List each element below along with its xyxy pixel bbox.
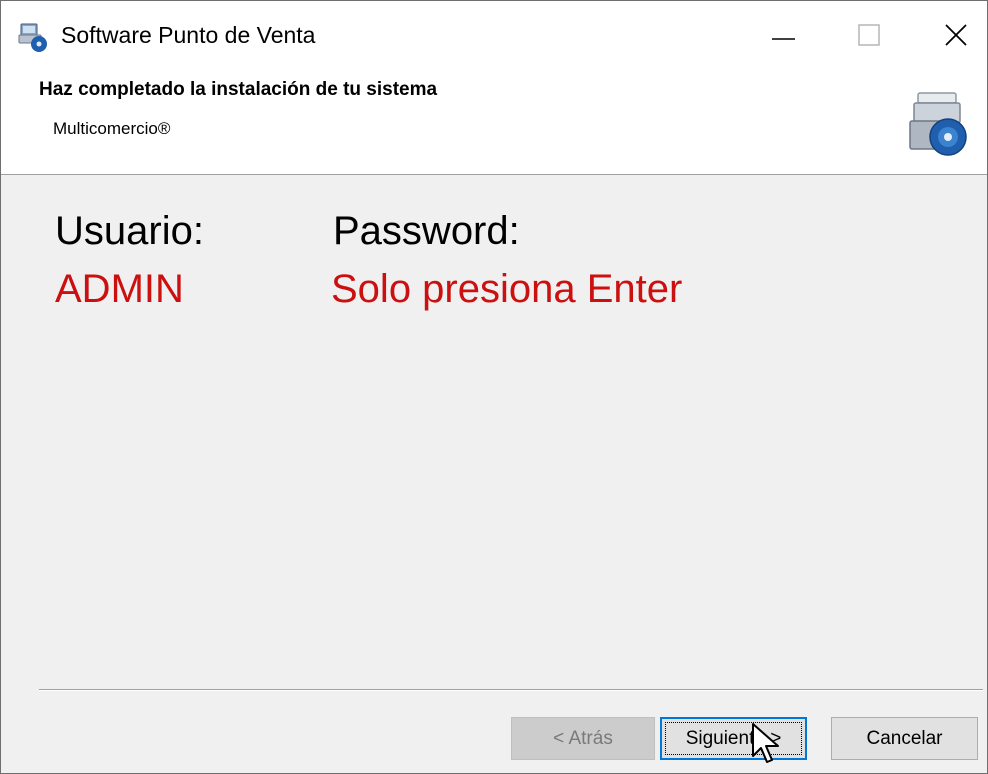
mouse-pointer-icon <box>752 723 779 763</box>
password-value: Solo presiona Enter <box>331 267 683 311</box>
password-label: Password: <box>333 209 520 253</box>
back-button[interactable]: < Atrás <box>511 717 655 760</box>
user-label: Usuario: <box>55 209 204 253</box>
minimize-button[interactable] <box>741 1 827 67</box>
header-subtitle: Multicomercio® <box>53 119 171 138</box>
cancel-button[interactable]: Cancelar <box>831 717 978 760</box>
minimize-icon <box>772 38 795 40</box>
setup-disc-icon <box>909 92 967 156</box>
maximize-icon <box>858 24 880 46</box>
wizard-header: Haz completado la instalación de tu sist… <box>1 67 987 175</box>
user-value: ADMIN <box>55 267 184 311</box>
header-title: Haz completado la instalación de tu sist… <box>39 79 438 100</box>
installer-app-icon <box>18 23 47 52</box>
installer-window: Software Punto de Venta Haz completado l… <box>0 0 988 774</box>
maximize-button[interactable] <box>827 1 913 67</box>
footer-divider-highlight <box>39 690 983 691</box>
close-button[interactable] <box>913 1 987 67</box>
window-title: Software Punto de Venta <box>61 22 316 48</box>
close-icon <box>945 24 967 46</box>
title-bar[interactable]: Software Punto de Venta <box>1 1 987 67</box>
